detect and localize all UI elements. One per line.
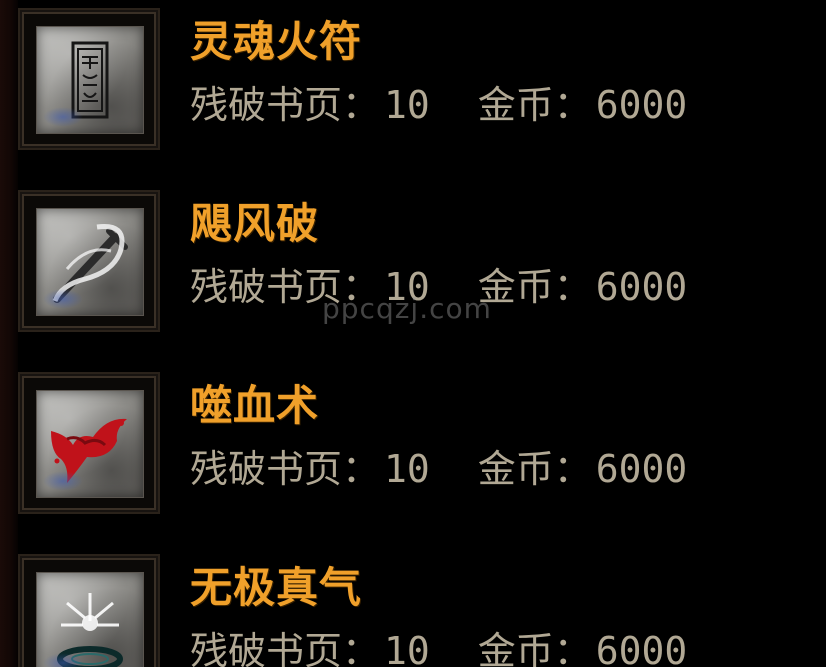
- skill-list: 灵魂火符 残破书页： 10 金币： 6000 飓风破 残破书页： 10 金币： 6000: [0, 0, 826, 667]
- skill-name: 飓风破: [190, 199, 320, 248]
- blood-splash-icon: [36, 390, 144, 498]
- gold-value: 6000: [595, 447, 688, 491]
- book-page-label: 残破书页：: [190, 265, 381, 309]
- skill-name: 无极真气: [190, 563, 363, 612]
- radiant-aura-icon: [36, 572, 144, 667]
- book-page-label: 残破书页：: [190, 83, 381, 127]
- skill-icon-frame[interactable]: [18, 190, 160, 332]
- book-page-value: 10: [384, 83, 430, 127]
- gold-value: 6000: [595, 83, 688, 127]
- gold-label: 金币：: [477, 447, 592, 491]
- skill-icon-frame[interactable]: [18, 372, 160, 514]
- gold-label: 金币：: [477, 629, 592, 667]
- gold-label: 金币：: [477, 83, 592, 127]
- skill-name: 灵魂火符: [190, 17, 363, 66]
- gold-label: 金币：: [477, 265, 592, 309]
- skill-cost: 残破书页： 10 金币： 6000: [190, 80, 810, 130]
- skill-cost: 残破书页： 10 金币： 6000: [190, 262, 810, 312]
- skill-row[interactable]: 噬血术 残破书页： 10 金币： 6000: [0, 364, 826, 514]
- gold-value: 6000: [595, 265, 688, 309]
- whirlwind-sword-icon: [36, 208, 144, 316]
- talisman-icon: [36, 26, 144, 134]
- book-page-value: 10: [384, 447, 430, 491]
- skill-cost: 残破书页： 10 金币： 6000: [190, 444, 810, 494]
- skill-row[interactable]: 无极真气 残破书页： 10 金币： 6000: [0, 546, 826, 667]
- book-page-value: 10: [384, 629, 430, 667]
- skill-name: 噬血术: [190, 381, 320, 430]
- skill-row[interactable]: 灵魂火符 残破书页： 10 金币： 6000: [0, 0, 826, 150]
- skill-icon-frame[interactable]: [18, 8, 160, 150]
- skill-cost: 残破书页： 10 金币： 6000: [190, 626, 810, 667]
- skill-icon-frame[interactable]: [18, 554, 160, 667]
- book-page-label: 残破书页：: [190, 447, 381, 491]
- book-page-value: 10: [384, 265, 430, 309]
- skill-row[interactable]: 飓风破 残破书页： 10 金币： 6000: [0, 182, 826, 332]
- gold-value: 6000: [595, 629, 688, 667]
- book-page-label: 残破书页：: [190, 629, 381, 667]
